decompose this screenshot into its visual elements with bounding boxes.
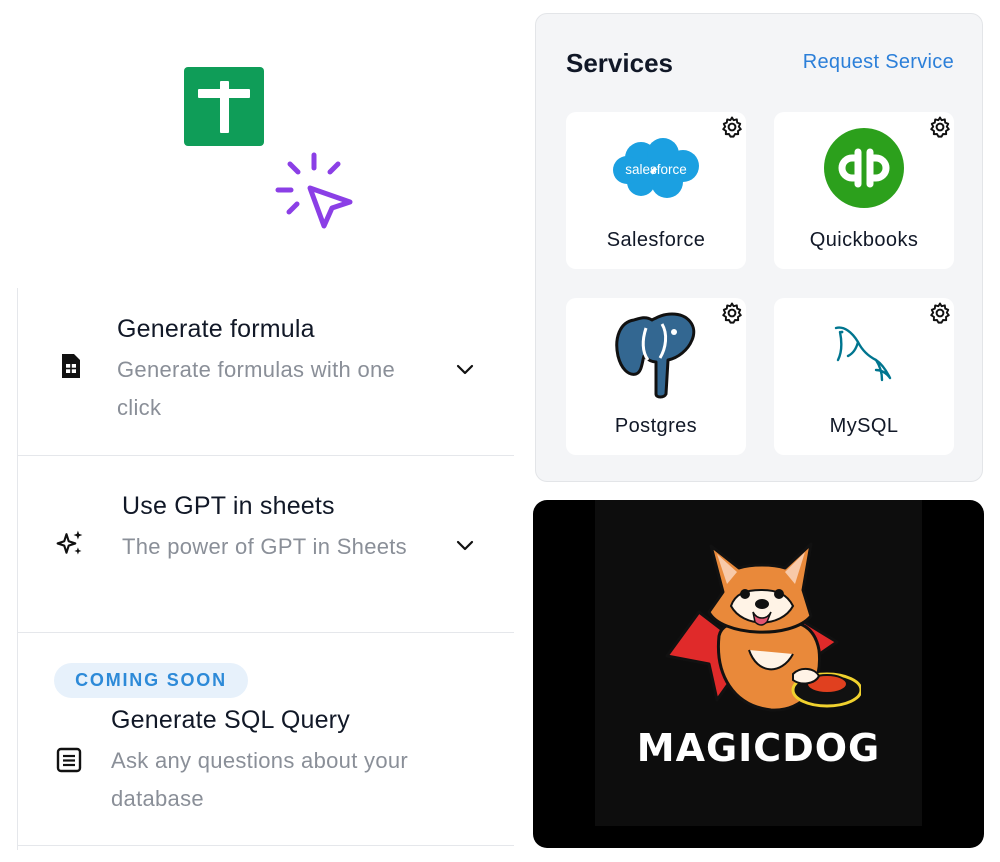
magicdog-banner: MAGICDOG bbox=[533, 500, 984, 848]
service-label: Postgres bbox=[614, 415, 698, 437]
request-service-link[interactable]: Request Service bbox=[803, 51, 954, 74]
feature-description: The power of GPT in Sheets bbox=[122, 534, 407, 559]
feature-title: Generate SQL Query bbox=[111, 706, 350, 734]
formula-sheet-icon bbox=[62, 354, 80, 378]
service-label: Salesforce bbox=[606, 229, 706, 251]
services-panel: Services Request Service salesforce Sale… bbox=[535, 13, 983, 482]
quickbooks-logo-icon bbox=[824, 128, 904, 208]
service-card-mysql[interactable]: MySQL bbox=[774, 298, 954, 455]
postgres-elephant-icon bbox=[615, 312, 696, 399]
svg-text:salesforce: salesforce bbox=[625, 162, 687, 177]
service-card-salesforce[interactable]: salesforce Salesforce bbox=[566, 112, 746, 269]
feature-description: Ask any questions about your database bbox=[111, 748, 409, 811]
gear-icon[interactable] bbox=[720, 301, 744, 325]
feature-item-generate-formula[interactable]: Generate formula Generate formulas with … bbox=[18, 288, 514, 456]
feature-title: Use GPT in sheets bbox=[122, 492, 335, 520]
services-title: Services bbox=[566, 48, 673, 78]
magicdog-artwork: MAGICDOG bbox=[595, 500, 922, 826]
chevron-down-icon[interactable] bbox=[455, 362, 475, 376]
google-sheets-logo-icon bbox=[184, 67, 264, 146]
service-card-postgres[interactable]: Postgres bbox=[566, 298, 746, 455]
feature-item-gpt-in-sheets[interactable]: Use GPT in sheets The power of GPT in Sh… bbox=[18, 456, 514, 633]
magicdog-wordmark: MAGICDOG bbox=[636, 726, 881, 770]
chevron-down-icon[interactable] bbox=[455, 538, 475, 552]
service-card-quickbooks[interactable]: Quickbooks bbox=[774, 112, 954, 269]
feature-item-sql-query[interactable]: COMING SOON Generate SQL Query Ask any q… bbox=[18, 633, 514, 846]
feature-description: Generate formulas with one click bbox=[117, 357, 396, 420]
salesforce-logo-icon: salesforce bbox=[613, 138, 699, 198]
gear-icon[interactable] bbox=[928, 115, 952, 139]
gear-icon[interactable] bbox=[928, 301, 952, 325]
service-label: Quickbooks bbox=[809, 229, 919, 251]
gear-icon[interactable] bbox=[720, 115, 744, 139]
feature-list: Generate formula Generate formulas with … bbox=[17, 288, 514, 850]
service-label: MySQL bbox=[829, 415, 899, 437]
document-lines-icon bbox=[56, 747, 82, 773]
feature-title: Generate formula bbox=[117, 315, 315, 343]
mysql-dolphin-icon bbox=[834, 326, 892, 382]
sparkles-icon bbox=[56, 530, 83, 555]
shiba-mascot-icon bbox=[665, 542, 861, 712]
cursor-click-icon bbox=[275, 152, 353, 229]
coming-soon-badge: COMING SOON bbox=[54, 663, 248, 698]
